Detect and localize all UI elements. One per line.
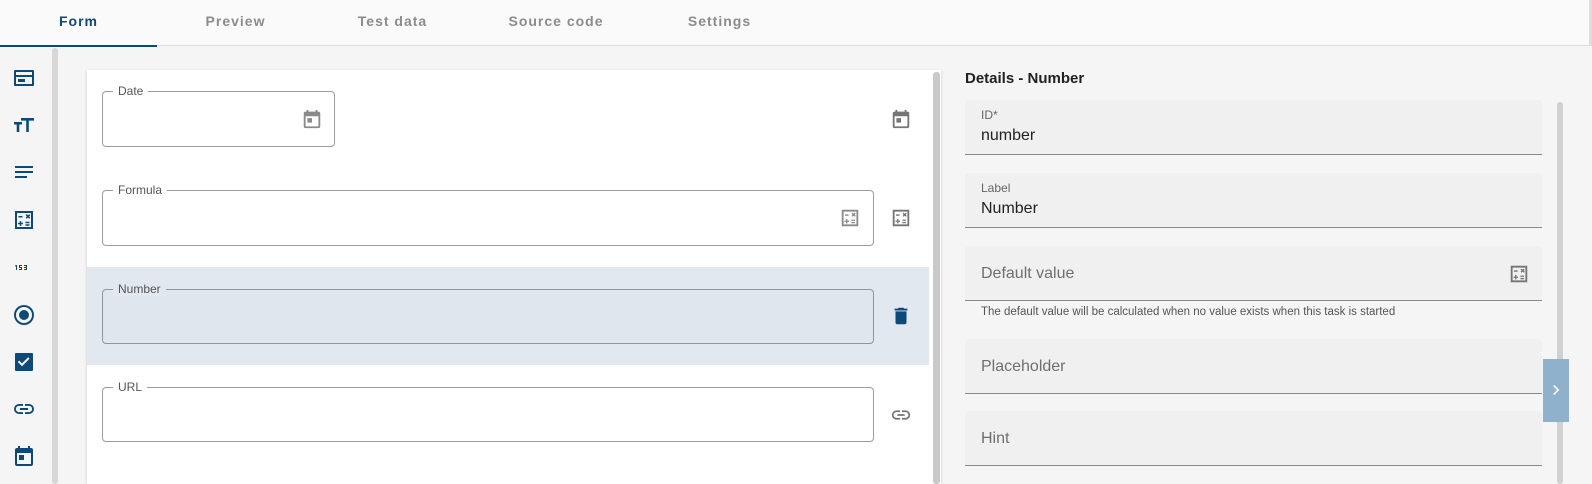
form-row-date[interactable]: Date	[87, 70, 929, 168]
placeholder-field-placeholder[interactable]: Placeholder	[981, 358, 1066, 376]
id-field[interactable]: ID* number	[965, 100, 1542, 155]
details-scrollbar[interactable]	[1557, 102, 1563, 484]
container-icon[interactable]	[12, 66, 36, 90]
number-123-icon[interactable]	[12, 255, 36, 279]
form-canvas: Date Formula Number URL	[87, 70, 941, 484]
text-lines-icon[interactable]	[12, 160, 36, 184]
calendar-icon	[890, 108, 912, 130]
tab-form[interactable]: Form	[0, 0, 157, 47]
link-icon[interactable]	[12, 397, 36, 421]
placeholder-field[interactable]: Placeholder	[965, 339, 1542, 394]
url-field-label: URL	[113, 380, 148, 394]
number-field-label: Number	[113, 282, 166, 296]
tab-test-data[interactable]: Test data	[314, 0, 471, 45]
number-field[interactable]: Number	[102, 282, 874, 344]
date-field-label: Date	[113, 84, 149, 98]
label-field[interactable]: Label Number	[965, 173, 1542, 228]
trash-icon[interactable]	[890, 305, 912, 327]
component-palette	[0, 46, 50, 484]
form-row-formula[interactable]: Formula	[87, 168, 929, 266]
tab-settings[interactable]: Settings	[641, 0, 798, 45]
label-field-label: Label	[981, 181, 1011, 195]
hint-field[interactable]: Hint	[965, 411, 1542, 466]
chevron-right-icon	[1553, 385, 1560, 395]
collapse-panel-button[interactable]	[1543, 359, 1569, 422]
formula-field[interactable]: Formula	[102, 183, 874, 246]
form-row-number[interactable]: Number	[87, 267, 929, 365]
id-field-value[interactable]: number	[981, 127, 1035, 145]
label-field-value[interactable]: Number	[981, 200, 1038, 218]
formula-icon	[890, 207, 912, 229]
calendar-icon[interactable]	[301, 108, 323, 130]
form-row-url[interactable]: URL	[87, 366, 929, 464]
default-value-placeholder[interactable]: Default value	[981, 265, 1074, 283]
details-title: Details - Number	[965, 70, 1085, 87]
default-value-field[interactable]: Default value	[965, 246, 1542, 301]
default-value-hint: The default value will be calculated whe…	[981, 306, 1396, 318]
formula-icon[interactable]	[839, 207, 861, 229]
tab-preview[interactable]: Preview	[157, 0, 314, 45]
calendar-icon[interactable]	[12, 444, 36, 468]
text-size-icon[interactable]	[12, 113, 36, 137]
link-icon	[890, 404, 912, 426]
tab-bar: Form Preview Test data Source code Setti…	[0, 0, 1592, 47]
tab-source-code[interactable]: Source code	[471, 0, 641, 45]
formula-icon[interactable]	[12, 208, 36, 232]
checkbox-icon[interactable]	[12, 350, 36, 374]
date-field[interactable]: Date	[102, 84, 335, 147]
hint-field-placeholder[interactable]: Hint	[981, 430, 1009, 448]
formula-field-label: Formula	[113, 183, 168, 197]
id-field-label: ID*	[981, 108, 998, 122]
url-field[interactable]: URL	[102, 380, 874, 442]
palette-scrollbar[interactable]	[52, 48, 58, 484]
canvas-scrollbar[interactable]	[933, 72, 940, 484]
formula-icon[interactable]	[1508, 263, 1530, 285]
radio-icon[interactable]	[12, 303, 36, 327]
